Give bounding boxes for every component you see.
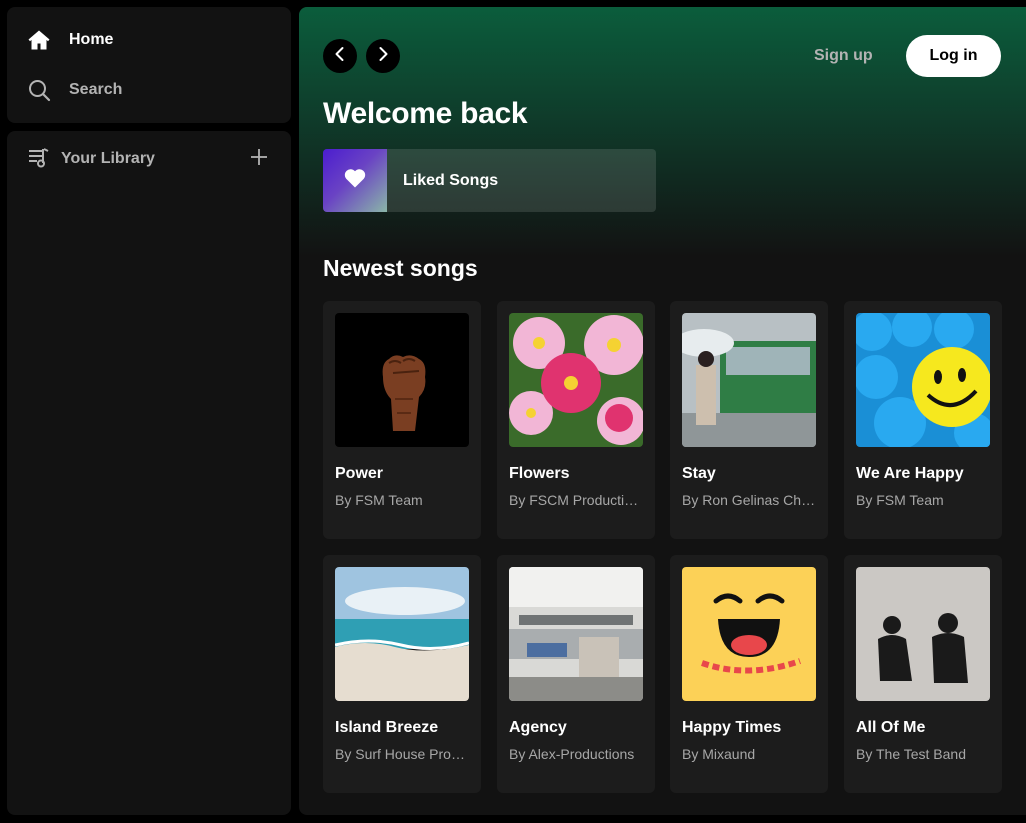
album-art [509,567,643,701]
back-button[interactable] [323,39,357,73]
liked-songs-thumbnail [323,149,387,212]
plus-icon [250,148,268,171]
song-artist: By FSCM Productions [509,492,643,508]
song-artist: By Ron Gelinas Chillout Lounge [682,492,816,508]
song-artist: By FSM Team [856,492,944,508]
song-card[interactable]: All Of Me By The Test Band [844,555,1002,793]
song-card[interactable]: Power By FSM Team [323,301,481,539]
login-button[interactable]: Log in [906,35,1001,77]
song-title: Agency [509,719,567,736]
song-card[interactable]: We Are Happy By FSM Team [844,301,1002,539]
chevron-right-icon [375,46,391,67]
song-title: Island Breeze [335,719,439,736]
song-card[interactable]: Happy Times By Mixaund [670,555,828,793]
chevron-left-icon [332,46,348,67]
song-artist: By The Test Band [856,746,966,762]
sidebar-item-home[interactable]: Home [27,25,113,55]
album-art [682,313,816,447]
song-card[interactable]: Stay By Ron Gelinas Chillout Lounge [670,301,828,539]
library-label: Your Library [61,150,155,167]
song-card[interactable]: Island Breeze By Surf House Productions [323,555,481,793]
forward-button[interactable] [366,39,400,73]
song-title: Flowers [509,465,570,482]
song-artist: By Surf House Productions [335,746,469,762]
album-art [335,567,469,701]
search-icon [27,78,51,102]
song-artist: By FSM Team [335,492,423,508]
page-title: Welcome back [323,97,528,130]
signup-button[interactable]: Sign up [814,44,873,68]
library-panel: Your Library [7,131,291,815]
create-playlist-button[interactable] [247,147,271,171]
library-icon [27,145,51,174]
album-art [856,567,990,701]
liked-songs-label: Liked Songs [403,171,499,189]
home-icon [27,28,51,52]
main-content: Sign up Log in Welcome back Liked Songs … [299,7,1026,815]
song-title: Stay [682,465,716,482]
song-title: All Of Me [856,719,926,736]
heart-icon [344,168,366,193]
album-art [856,313,990,447]
section-title: Newest songs [323,255,478,281]
song-artist: By Alex-Productions [509,746,635,762]
song-card[interactable]: Agency By Alex-Productions [497,555,655,793]
album-art [335,313,469,447]
sidebar-item-search[interactable]: Search [27,75,122,105]
library-button[interactable]: Your Library [27,147,155,171]
song-card[interactable]: Flowers By FSCM Productions [497,301,655,539]
album-art [509,313,643,447]
sidebar-item-label: Home [69,31,114,48]
album-art [682,567,816,701]
sidebar-item-label: Search [69,81,123,98]
sidebar-nav: Home Search [7,7,291,123]
liked-songs-card[interactable]: Liked Songs [323,149,656,212]
song-title: Power [335,465,384,482]
song-artist: By Mixaund [682,746,756,762]
song-title: We Are Happy [856,465,964,482]
song-title: Happy Times [682,719,782,736]
